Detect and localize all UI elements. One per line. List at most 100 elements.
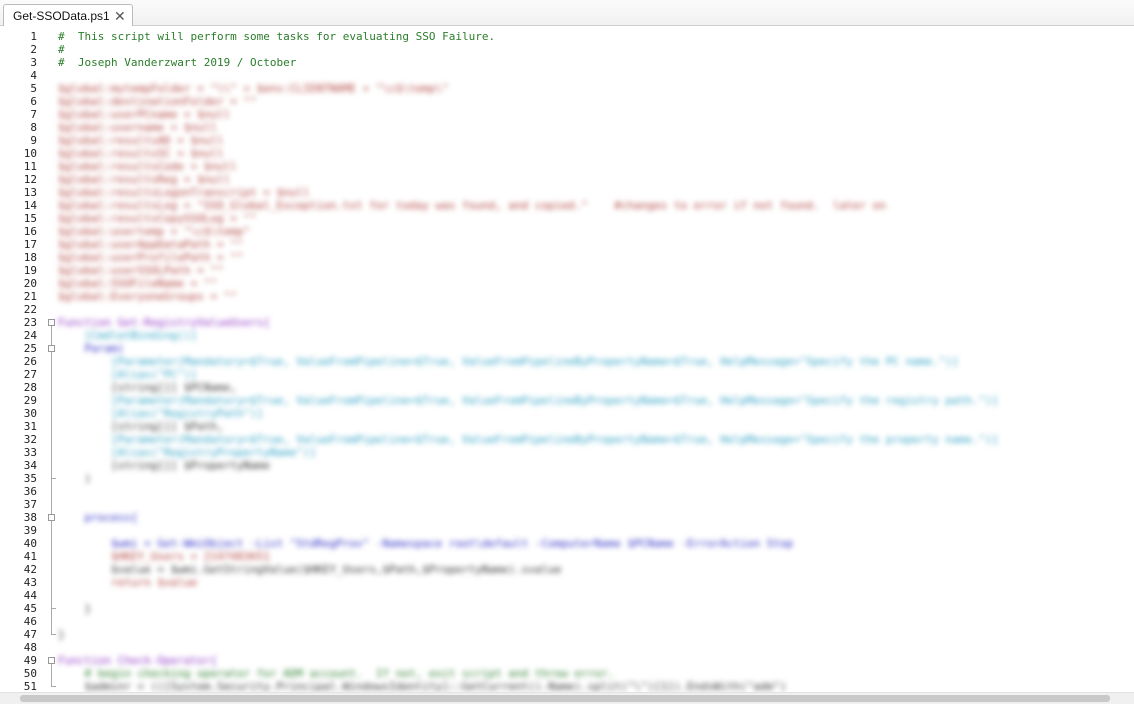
line-number: 38 <box>23 511 37 524</box>
code-line[interactable]: 39 <box>0 524 1134 537</box>
code-line[interactable]: 34 [string[]] $PropertyName <box>0 459 1134 472</box>
code-line[interactable]: 13 $global:resultsLogonTranscript = $null <box>0 186 1134 199</box>
code-line[interactable]: 5 $global:mytempFolder = "\\" + $env:CLIE… <box>0 82 1134 95</box>
code-text: } <box>58 628 65 641</box>
code-line[interactable]: 2 # <box>0 43 1134 56</box>
code-text: $global:userProfilePath = "" <box>58 251 244 264</box>
code-text: $HKEY_Users = 2147483651 <box>58 550 270 563</box>
line-number: 42 <box>23 563 37 576</box>
scrollbar-thumb[interactable] <box>20 695 1110 702</box>
code-text: [string[]] $PCName, <box>58 381 237 394</box>
code-line[interactable]: 36 <box>0 485 1134 498</box>
code-text: $global:resultsAD = $null <box>58 134 224 147</box>
code-line[interactable]: 25 Param( <box>0 342 1134 355</box>
code-line[interactable]: 43 return $value <box>0 576 1134 589</box>
code-line[interactable]: 38 process{ <box>0 511 1134 524</box>
code-line[interactable]: 1 # This script will perform some tasks f… <box>0 30 1134 43</box>
code-line[interactable]: 12 $global:resultsReg = $null <box>0 173 1134 186</box>
code-line[interactable]: 41 $HKEY_Users = 2147483651 <box>0 550 1134 563</box>
code-line[interactable]: 42 $value = $wmi.GetStringValue($HKEY_Us… <box>0 563 1134 576</box>
line-number: 1 <box>30 30 37 43</box>
code-line[interactable]: 24 [CmdletBinding()] <box>0 329 1134 342</box>
code-editor[interactable]: 1 # This script will perform some tasks f… <box>0 27 1134 692</box>
code-text: } <box>58 602 92 615</box>
line-number: 23 <box>23 316 37 329</box>
code-line[interactable]: 4 <box>0 69 1134 82</box>
code-text: Function Check-Operator{ <box>58 654 217 667</box>
code-line[interactable]: 49 Function Check-Operator{ <box>0 654 1134 667</box>
code-text: $global:resultsReg = $null <box>58 173 231 186</box>
code-text: [Alias("RegistryPath")] <box>58 407 264 420</box>
line-number: 22 <box>23 303 37 316</box>
code-text: return $value <box>58 576 198 589</box>
horizontal-scrollbar[interactable] <box>0 692 1134 704</box>
line-number: 5 <box>30 82 37 95</box>
code-text: [CmdletBinding()] <box>58 329 198 342</box>
code-line[interactable]: 29 [Parameter(Mandatory=$True, ValueFrom… <box>0 394 1134 407</box>
code-line[interactable]: 20 $global:SSOFileName = "" <box>0 277 1134 290</box>
code-line[interactable]: 3 # Joseph Vanderzwart 2019 / October <box>0 56 1134 69</box>
code-line[interactable]: 23 Function Get-RegistryValueUsers{ <box>0 316 1134 329</box>
code-line[interactable]: 14 $global:resultsLog = "SSO_Global_Excep… <box>0 199 1134 212</box>
code-text: $global:userSSOLPath = "" <box>58 264 224 277</box>
code-text: # This script will perform some tasks fo… <box>58 30 496 43</box>
code-line[interactable]: 51 $adminr = (([System.Security.Principa… <box>0 680 1134 692</box>
tab-get-ssodata[interactable]: Get-SSOData.ps1 ✕ <box>3 4 133 26</box>
code-line[interactable]: 37 <box>0 498 1134 511</box>
code-line[interactable]: 46 <box>0 615 1134 628</box>
line-number: 37 <box>23 498 37 511</box>
code-text: Function Get-RegistryValueUsers{ <box>58 316 270 329</box>
code-line[interactable]: 32 [Parameter(Mandatory=$True, ValueFrom… <box>0 433 1134 446</box>
code-line[interactable]: 16 $global:usertemp = "\c$\temp" <box>0 225 1134 238</box>
line-number: 21 <box>23 290 37 303</box>
line-number: 4 <box>30 69 37 82</box>
line-number: 48 <box>23 641 37 654</box>
code-line[interactable]: 7 $global:userPCname = $null <box>0 108 1134 121</box>
code-line[interactable]: 8 $global:username = $null <box>0 121 1134 134</box>
code-line[interactable]: 11 $global:resultsCode = $null <box>0 160 1134 173</box>
line-number: 3 <box>30 56 37 69</box>
code-text: $global:username = $null <box>58 121 217 134</box>
line-number: 19 <box>23 264 37 277</box>
code-line[interactable]: 22 <box>0 303 1134 316</box>
line-number: 2 <box>30 43 37 56</box>
code-text: $global:destinationFolder = "" <box>58 95 257 108</box>
code-line[interactable]: 28 [string[]] $PCName, <box>0 381 1134 394</box>
code-line[interactable]: 17 $global:userAppDataPath = "" <box>0 238 1134 251</box>
code-line[interactable]: 31 [string[]] $Path, <box>0 420 1134 433</box>
code-line[interactable]: 21 $global:EveryoneGroups = "" <box>0 290 1134 303</box>
code-line[interactable]: 47} <box>0 628 1134 641</box>
code-line[interactable]: 50 # begin checking operator for ADM acc… <box>0 667 1134 680</box>
code-line[interactable]: 48 <box>0 641 1134 654</box>
code-line[interactable]: 9 $global:resultsAD = $null <box>0 134 1134 147</box>
code-text: ) <box>58 472 92 485</box>
code-text: $wmi = Get-WmiObject -List "StdRegProv" … <box>58 537 794 550</box>
code-line[interactable]: 45 } <box>0 602 1134 615</box>
code-line[interactable]: 18 $global:userProfilePath = "" <box>0 251 1134 264</box>
close-icon[interactable]: ✕ <box>114 5 126 27</box>
code-line[interactable]: 15 $global:resultsCopySSOLog = "" <box>0 212 1134 225</box>
code-line[interactable]: 33 [Alias("RegistryPropertyName")] <box>0 446 1134 459</box>
code-line[interactable]: 19 $global:userSSOLPath = "" <box>0 264 1134 277</box>
line-number: 32 <box>23 433 37 446</box>
code-text: [string[]] $PropertyName <box>58 459 270 472</box>
line-number: 46 <box>23 615 37 628</box>
line-number: 40 <box>23 537 37 550</box>
code-text: $global:resultsLog = "SSO_Global_Excepti… <box>58 199 886 212</box>
code-line[interactable]: 44 <box>0 589 1134 602</box>
line-number: 17 <box>23 238 37 251</box>
line-number: 49 <box>23 654 37 667</box>
code-line[interactable]: 10 $global:resultsSC = $null <box>0 147 1134 160</box>
code-line[interactable]: 35 ) <box>0 472 1134 485</box>
code-line[interactable]: 26 [Parameter(Mandatory=$True, ValueFrom… <box>0 355 1134 368</box>
line-number: 41 <box>23 550 37 563</box>
line-number: 45 <box>23 602 37 615</box>
code-line[interactable]: 6 $global:destinationFolder = "" <box>0 95 1134 108</box>
line-number: 43 <box>23 576 37 589</box>
code-line[interactable]: 40 $wmi = Get-WmiObject -List "StdRegPro… <box>0 537 1134 550</box>
code-text: $global:resultsCode = $null <box>58 160 237 173</box>
line-number: 44 <box>23 589 37 602</box>
code-line[interactable]: 27 [Alias("PC")] <box>0 368 1134 381</box>
line-number: 39 <box>23 524 37 537</box>
code-line[interactable]: 30 [Alias("RegistryPath")] <box>0 407 1134 420</box>
